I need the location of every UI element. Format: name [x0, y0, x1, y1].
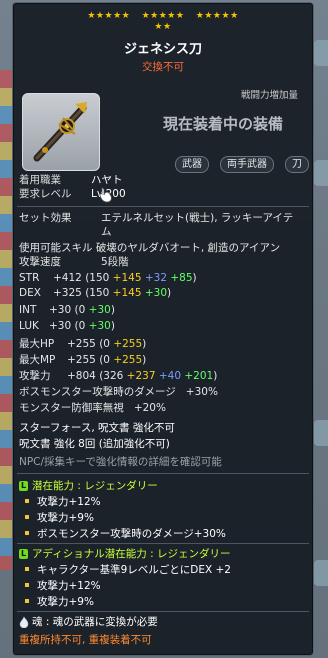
additional-potential-line: 攻撃力+9%: [19, 595, 94, 609]
potential-header: L 潜在能力 : レジェンダリー: [19, 480, 158, 492]
soul-status: 魂 : 魂の武器に変換が必要: [19, 615, 158, 629]
attack-speed-label: 攻撃速度: [19, 256, 61, 268]
additional-potential-header: L アディショナル潜在能力 : レジェンダリー: [19, 548, 231, 560]
star-group: ★★★★★: [141, 11, 185, 21]
mouse-pointer-icon: [99, 187, 112, 203]
set-effect-value-cont: ム: [101, 226, 112, 238]
set-effect-label: セット効果: [19, 212, 72, 224]
sword-icon: [33, 102, 87, 162]
item-tooltip: ★★★★★ ★★★★★ ★★★★★ ★★ ジェネシス刀 交換不可 戦闘力増加量 …: [12, 2, 314, 656]
background-side-button: [314, 160, 328, 186]
stat-row-str: STR +412 (150 +145 +32 +85): [19, 272, 197, 284]
category-tag-katana: 刀: [285, 156, 309, 173]
potential-line: ボスモンスター攻撃時のダメージ+30%: [19, 527, 226, 541]
star-group: ★★★★★: [87, 11, 131, 21]
duplicate-restriction: 重複所持不可, 重複装着不可: [19, 634, 152, 646]
set-effect-value: エテルネルセット(戦士), ラッキーアイテ: [101, 212, 294, 224]
scroll-upgrade-status: 呪文書 強化 8回 (追加強化不可): [19, 438, 170, 450]
background-side-button: [314, 420, 328, 446]
divider: [17, 543, 309, 544]
category-tag-weapon: 武器: [175, 156, 209, 173]
stat-row-max-mp: 最大MP +255 (0 +255): [19, 354, 147, 366]
usable-skills: 使用可能スキル 破壊のヤルダバオート, 創造のアイアン: [19, 242, 281, 254]
starforce-status: スターフォース, 呪文書 強化不可: [19, 422, 175, 434]
job-value: ハヤト: [91, 174, 123, 186]
stat-row-max-hp: 最大HP +255 (0 +255): [19, 338, 147, 350]
star-group: ★★: [154, 22, 172, 32]
stat-row-luk: LUK +30 (0 +30): [19, 320, 115, 332]
background-side-button: [314, 560, 328, 586]
npc-upgrade-hint: NPC/採集キーで強化情報の詳細を確認可能: [19, 456, 222, 468]
divider: [17, 473, 309, 474]
divider: [17, 611, 309, 612]
background-side-button: [314, 40, 328, 66]
additional-potential-line: 攻撃力+12%: [19, 579, 101, 593]
soul-flame-icon: [19, 616, 29, 629]
legendary-badge: L: [19, 549, 28, 559]
stat-row-attack: 攻撃力 +804 (326 +237 +40 +201): [19, 370, 218, 382]
stat-row-dex: DEX +325 (150 +145 +30): [19, 287, 172, 299]
boss-damage-row: ボスモンスター攻撃時のダメージ +30%: [19, 386, 218, 398]
stat-row-int: INT +30 (0 +30): [19, 304, 115, 316]
additional-potential-line: キャラクター基準9レベルごとにDEX +2: [19, 563, 231, 577]
potential-line: 攻撃力+9%: [19, 511, 94, 525]
category-tag-two-handed: 両手武器: [220, 156, 274, 173]
divider: [17, 206, 309, 207]
item-icon-frame: [22, 93, 100, 171]
starforce-stars: ★★★★★ ★★★★★ ★★★★★ ★★: [13, 11, 313, 33]
ignore-defense-row: モンスター防御率無視 +20%: [19, 402, 166, 414]
combat-power-increase-label: 戦闘力増加量: [241, 90, 299, 101]
trade-status: 交換不可: [142, 61, 184, 73]
star-group: ★★★★★: [195, 11, 239, 21]
potential-line: 攻撃力+12%: [19, 495, 101, 509]
legendary-badge: L: [19, 481, 28, 491]
currently-equipped-message: 現在装着中の装備: [163, 115, 284, 133]
item-name: ジェネシス刀: [123, 42, 202, 57]
attack-speed-value: 5段階: [101, 256, 129, 268]
job-label: 着用職業: [19, 174, 61, 186]
level-label: 要求レベル: [19, 188, 72, 200]
